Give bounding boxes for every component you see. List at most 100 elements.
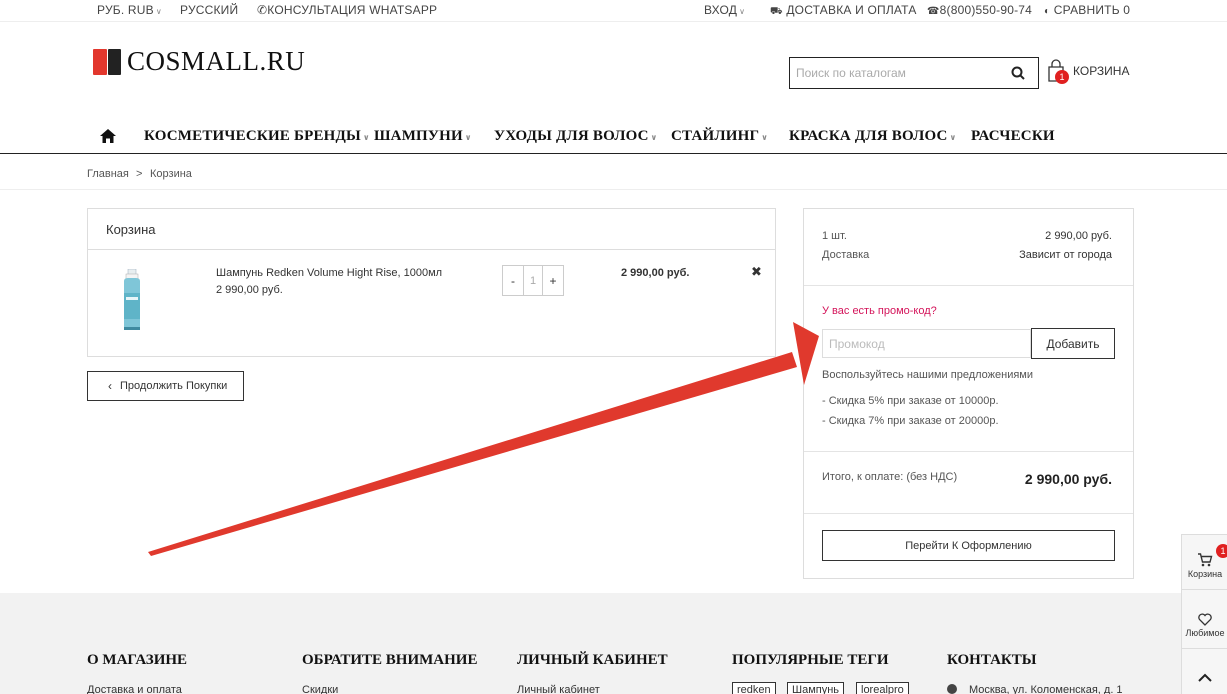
breadcrumb-home[interactable]: Главная [87, 168, 129, 180]
footer-title-tags: ПОПУЛЯРНЫЕ ТЕГИ [732, 652, 889, 668]
summary-delivery-row: Доставка Зависит от города [822, 249, 1112, 261]
chevron-left-icon: ‹ [108, 379, 112, 393]
nav-item-label: УХОДЫ ДЛЯ ВОЛОС [494, 128, 649, 144]
compare-label: СРАВНИТЬ 0 [1053, 3, 1131, 17]
side-divider [1182, 589, 1227, 590]
login-link[interactable]: ВХОД ∨ [704, 3, 745, 17]
nav-item-label: КРАСКА ДЛЯ ВОЛОС [789, 128, 948, 144]
breadcrumb-separator: > [136, 168, 143, 180]
chevron-down-icon: ∨ [464, 133, 472, 142]
chevron-down-icon: ∨ [739, 7, 746, 16]
continue-shopping-label: Продолжить Покупки [120, 380, 228, 392]
quantity-increase-button[interactable]: + [543, 266, 563, 295]
nav-item-combs[interactable]: РАСЧЕСКИ [971, 128, 1055, 145]
chevron-down-icon: ∨ [650, 133, 658, 142]
breadcrumb: Главная > Корзина [0, 160, 1227, 190]
phone-link[interactable]: ☎8(800)550-90-74 [927, 3, 1032, 17]
shopping-bag-icon: 1 [1045, 59, 1069, 84]
product-unit-price: 2 990,00 руб. [216, 284, 283, 296]
footer: О МАГАЗИНЕ ОБРАТИТЕ ВНИМАНИЕ ЛИЧНЫЙ КАБИ… [0, 593, 1227, 694]
nav-item-brands[interactable]: КОСМЕТИЧЕСКИЕ БРЕНДЫ ∨ [144, 128, 370, 145]
currency-selector[interactable]: РУБ. RUB ∨ [97, 3, 162, 17]
search-icon[interactable] [1002, 58, 1034, 88]
footer-title-about: О МАГАЗИНЕ [87, 652, 188, 668]
summary-divider [804, 285, 1133, 286]
apply-promo-button[interactable]: Добавить [1031, 328, 1115, 359]
top-bar: РУБ. RUB ∨ РУССКИЙ ✆КОНСУЛЬТАЦИЯ WHATSAPP… [0, 0, 1227, 22]
scroll-up-button[interactable] [1182, 673, 1227, 684]
delivery-link[interactable]: ⛟ ДОСТАВКА И ОПЛАТА [770, 3, 917, 19]
nav-item-hair-care[interactable]: УХОДЫ ДЛЯ ВОЛОС ∨ [494, 128, 657, 145]
whatsapp-icon: ✆ [257, 3, 268, 17]
side-favorites-button[interactable]: Любимое [1182, 613, 1227, 638]
summary-divider [804, 451, 1133, 452]
promo-question[interactable]: У вас есть промо-код? [822, 305, 937, 317]
search-input[interactable] [790, 59, 1002, 87]
summary-delivery-value: Зависит от города [1019, 249, 1112, 261]
location-pin-icon [947, 684, 957, 694]
quantity-decrease-button[interactable]: - [503, 266, 523, 295]
summary-qty-label: 1 шт. [822, 230, 847, 242]
nav-item-shampoos[interactable]: ШАМПУНИ ∨ [374, 128, 472, 145]
delivery-label: ДОСТАВКА И ОПЛАТА [786, 3, 917, 17]
product-name[interactable]: Шампунь Redken Volume Hight Rise, 1000мл [216, 267, 442, 279]
side-cart-label: Корзина [1187, 569, 1223, 579]
quantity-value[interactable]: 1 [523, 266, 543, 295]
footer-title-notice: ОБРАТИТЕ ВНИМАНИЕ [302, 652, 478, 668]
side-cart-badge: 1 [1216, 544, 1227, 558]
nav-item-label: КОСМЕТИЧЕСКИЕ БРЕНДЫ [144, 128, 361, 144]
footer-address: Москва, ул. Коломенская, д. 1 [947, 684, 1123, 694]
cart-title: Корзина [88, 209, 775, 250]
main-nav: КОСМЕТИЧЕСКИЕ БРЕНДЫ ∨ ШАМПУНИ ∨ УХОДЫ ДЛЯ… [0, 121, 1227, 154]
nav-item-label: СТАЙЛИНГ [671, 128, 760, 144]
compare-icon: ◐ [1044, 6, 1051, 17]
product-image[interactable] [120, 268, 144, 331]
order-summary: 1 шт. 2 990,00 руб. Доставка Зависит от … [803, 208, 1134, 579]
chevron-down-icon: ∨ [362, 133, 370, 142]
side-divider [1182, 648, 1227, 649]
footer-title-account: ЛИЧНЫЙ КАБИНЕТ [517, 652, 668, 668]
side-favorites-label: Любимое [1185, 628, 1225, 638]
whatsapp-link[interactable]: ✆КОНСУЛЬТАЦИЯ WHATSAPP [257, 3, 437, 17]
total-value: 2 990,00 руб. [1024, 471, 1112, 487]
phone-icon: ☎ [927, 6, 940, 17]
logo-text: COSMALL.RU [127, 46, 306, 76]
footer-tag[interactable]: Шампунь [787, 682, 845, 694]
site-logo[interactable]: COSMALL.RU [93, 46, 305, 77]
nav-item-label: ШАМПУНИ [374, 128, 463, 144]
chevron-up-icon [1198, 673, 1212, 682]
checkout-button[interactable]: Перейти К Оформлению [822, 530, 1115, 561]
logo-icon [93, 47, 123, 77]
offer-item: - Скидка 7% при заказе от 20000р. [822, 415, 999, 427]
chevron-down-icon: ∨ [761, 133, 768, 142]
remove-item-icon[interactable]: ✖ [751, 264, 762, 280]
cart-icon [1198, 553, 1213, 567]
heart-icon [1198, 613, 1212, 626]
header-cart[interactable]: 1 КОРЗИНА [1045, 59, 1130, 84]
product-total-price: 2 990,00 руб. [621, 267, 690, 279]
truck-icon: ⛟ [770, 6, 783, 17]
summary-qty-row: 1 шт. 2 990,00 руб. [822, 230, 1112, 242]
home-icon[interactable] [99, 128, 117, 149]
compare-link[interactable]: ◐ СРАВНИТЬ 0 [1044, 3, 1130, 17]
footer-address-text: Москва, ул. Коломенская, д. 1 [969, 684, 1123, 694]
chevron-down-icon: ∨ [155, 7, 162, 16]
promo-code-input[interactable] [822, 329, 1031, 358]
language-selector[interactable]: РУССКИЙ [180, 3, 238, 17]
cart-label: КОРЗИНА [1073, 64, 1130, 78]
nav-item-styling[interactable]: СТАЙЛИНГ ∨ [671, 128, 768, 145]
summary-divider [804, 513, 1133, 514]
continue-shopping-button[interactable]: ‹ Продолжить Покупки [87, 371, 244, 401]
cart-panel: Корзина Шампунь Redken Volume Hight Rise… [87, 208, 776, 357]
nav-item-hair-dye[interactable]: КРАСКА ДЛЯ ВОЛОС ∨ [789, 128, 956, 145]
footer-tag[interactable]: redken [732, 682, 776, 694]
footer-link-delivery[interactable]: Доставка и оплата [87, 684, 182, 694]
currency-label: РУБ. RUB [97, 3, 154, 17]
footer-link-account[interactable]: Личный кабинет [517, 684, 600, 694]
footer-link-discounts[interactable]: Скидки [302, 684, 338, 694]
total-label: Итого, к оплате: (без НДС) [822, 471, 958, 483]
footer-tag[interactable]: lorealpro [856, 682, 909, 694]
whatsapp-label: КОНСУЛЬТАЦИЯ WHATSAPP [267, 3, 438, 17]
phone-label: 8(800)550-90-74 [939, 3, 1033, 17]
quantity-stepper: - 1 + [502, 265, 564, 296]
